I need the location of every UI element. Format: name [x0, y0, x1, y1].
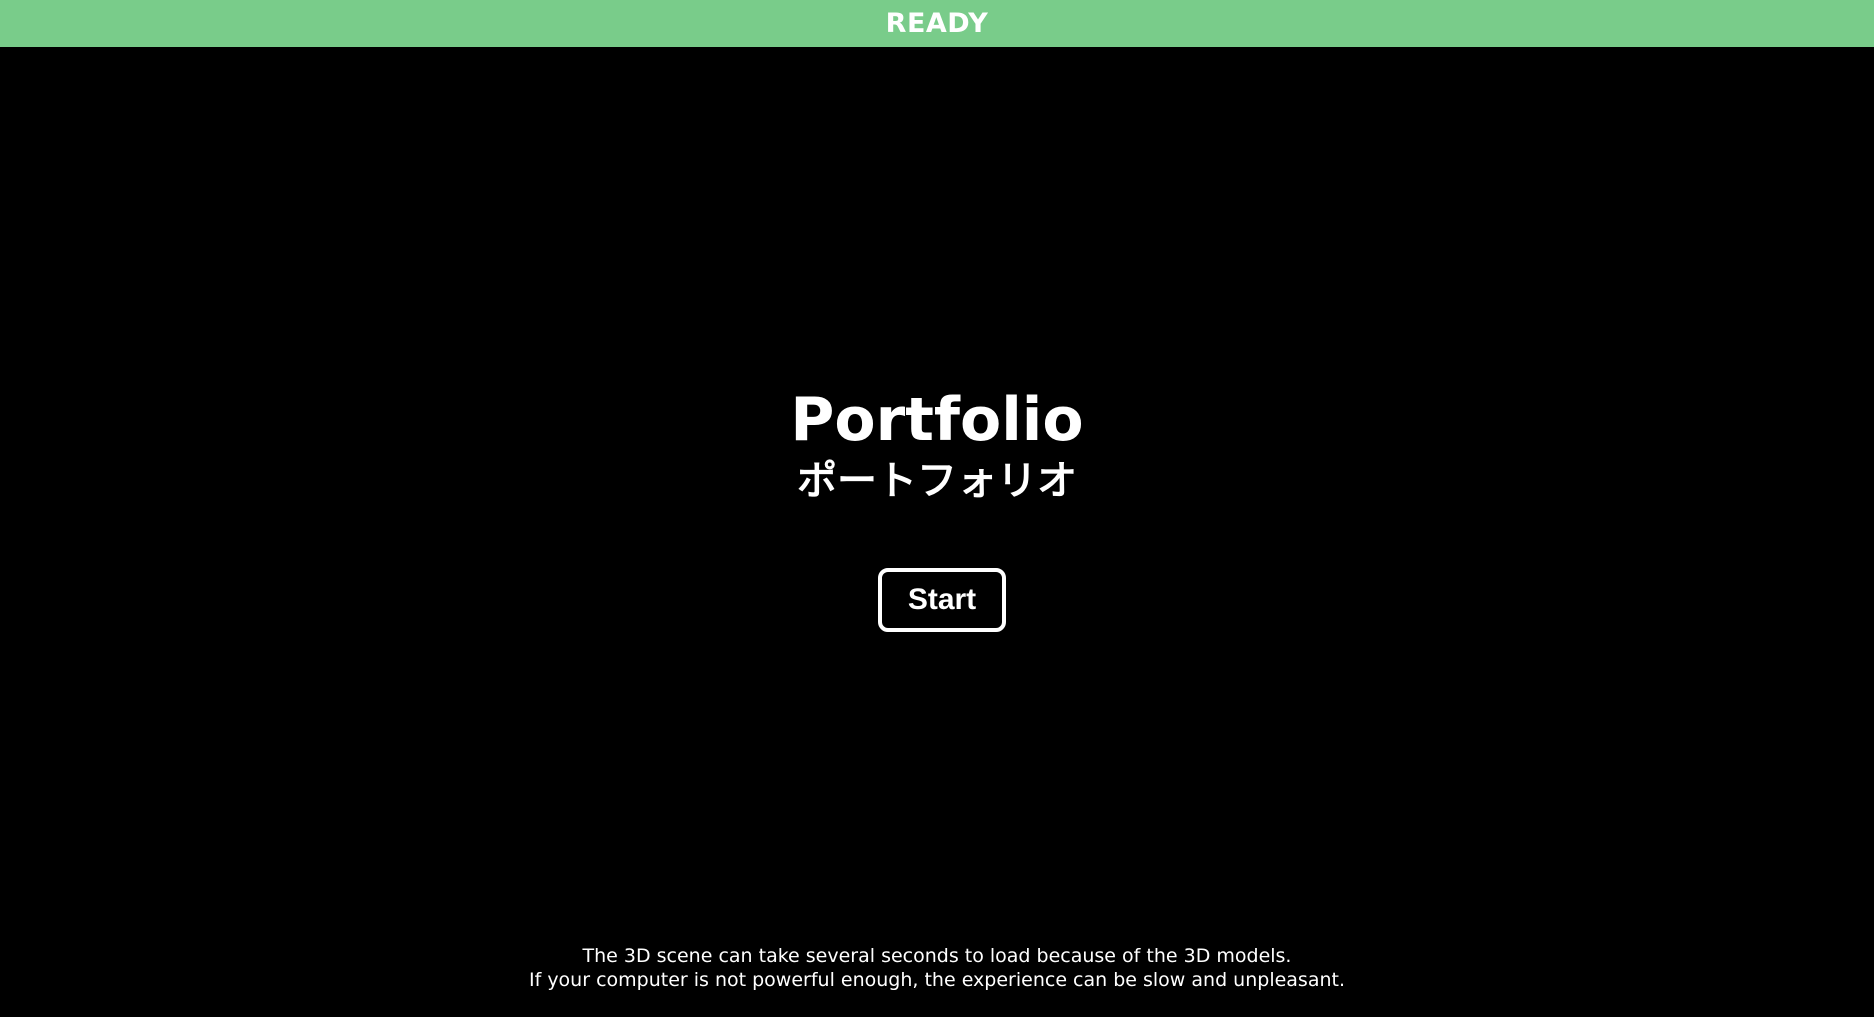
loading-notice-line-2: If your computer is not powerful enough,… [528, 969, 1346, 991]
loading-notice-line-1: The 3D scene can take several seconds to… [582, 945, 1292, 967]
page-title: Portfolio [790, 385, 1084, 455]
page-subtitle: ポートフォリオ [797, 458, 1077, 504]
loading-notice: The 3D scene can take several seconds to… [0, 944, 1874, 992]
ready-status-bar: READY [0, 0, 1874, 47]
hero-section: Portfolio ポートフォリオ [0, 385, 1874, 507]
start-button[interactable]: Start [878, 568, 1006, 632]
ready-status-label: READY [885, 8, 989, 39]
